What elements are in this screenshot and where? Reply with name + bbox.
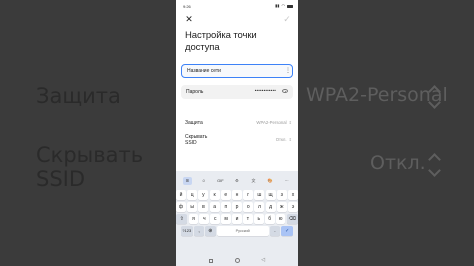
recents-icon[interactable] [208, 258, 213, 263]
settings-icon[interactable]: ⚙ [232, 177, 241, 185]
status-time: 9:26 [183, 3, 191, 9]
period-key[interactable]: . [269, 226, 281, 236]
bg-hide-ssid-chevron-icon [429, 152, 439, 180]
navigation-bar: ◁ [176, 255, 298, 266]
bg-security-chevron-icon [429, 84, 439, 112]
key[interactable]: а [209, 202, 220, 212]
keyboard-row-1: й ц у к е н г ш щ з х [176, 190, 298, 201]
key[interactable]: в [198, 202, 209, 212]
space-key[interactable]: Русский [216, 226, 269, 236]
bg-hide-ssid-label-1: Скрывать [36, 143, 144, 167]
network-name-placeholder: Название сети [187, 68, 221, 74]
key[interactable]: э [288, 202, 298, 212]
battery-icon [287, 4, 293, 8]
key[interactable]: п [220, 202, 231, 212]
more-icon[interactable]: ⋮ [285, 68, 291, 74]
back-icon[interactable]: ◁ [261, 258, 265, 263]
password-label: Пароль [186, 89, 204, 95]
palette-icon[interactable]: 🎨 [266, 177, 275, 185]
chevron-updown-icon: ⇕ [288, 119, 292, 125]
key[interactable]: х [288, 190, 298, 200]
key[interactable]: т [243, 214, 253, 224]
backspace-key[interactable]: ⌫ [286, 214, 298, 224]
key[interactable]: ы [187, 202, 198, 212]
key[interactable]: ф [176, 202, 186, 212]
key[interactable]: й [176, 190, 186, 200]
key[interactable]: ц [187, 190, 198, 200]
network-name-field[interactable]: Название сети ⋮ [181, 64, 293, 78]
page-title: Настройка точки доступа [185, 30, 257, 53]
comma-key[interactable]: , [193, 226, 205, 236]
key[interactable]: ж [276, 202, 287, 212]
key[interactable]: к [209, 190, 220, 200]
bg-security-label: Защита [36, 84, 121, 108]
key[interactable]: е [220, 190, 231, 200]
bg-security-value: WPA2-Personal [306, 84, 448, 106]
enter-key[interactable]: ✓ [281, 226, 294, 236]
hide-ssid-label-2: SSID [185, 140, 197, 146]
key[interactable]: н [232, 190, 243, 200]
key[interactable]: я [188, 214, 199, 224]
more-icon[interactable]: ⋯ [282, 177, 291, 185]
phone-screen: 9:26 ▮▮ ◠ ✕ ✓ Настройка точки доступа На… [176, 0, 298, 266]
key[interactable]: о [243, 202, 254, 212]
password-field[interactable]: Пароль •••••••••••• [181, 85, 293, 99]
sticker-icon[interactable]: ☺ [199, 177, 208, 185]
security-value: WPA2-Personal [256, 120, 287, 125]
symbols-key[interactable]: ?123 [180, 226, 193, 236]
close-icon[interactable]: ✕ [184, 14, 194, 24]
password-value: •••••••••••• [254, 88, 276, 93]
top-bar: ✕ ✓ [176, 12, 298, 28]
key[interactable]: р [232, 202, 243, 212]
key[interactable]: ь [253, 214, 264, 224]
key[interactable]: м [221, 214, 231, 224]
security-select[interactable]: WPA2-Personal ⇕ [256, 120, 292, 125]
key[interactable]: д [265, 202, 276, 212]
wifi-icon: ◠ [281, 3, 286, 8]
signal-icon: ▮▮ [275, 3, 280, 8]
key[interactable]: у [198, 190, 209, 200]
eye-icon[interactable] [282, 89, 288, 93]
key[interactable]: щ [265, 190, 276, 200]
hide-ssid-select[interactable]: Откл. ⇕ [276, 137, 292, 142]
key[interactable]: и [232, 214, 242, 224]
keyboard-row-2: ф ы в а п р о л д ж э [176, 202, 298, 213]
key[interactable]: ч [199, 214, 210, 224]
key[interactable]: з [276, 190, 287, 200]
apps-grid-icon[interactable]: ⊞ [182, 176, 192, 185]
home-icon[interactable] [234, 258, 240, 263]
keyboard-toolbar: ⊞ ☺ GIF ⚙ 文 🎨 ⋯ [176, 175, 298, 186]
shift-key[interactable]: ⇧ [176, 214, 188, 224]
key[interactable]: ю [275, 214, 286, 224]
key[interactable]: б [264, 214, 275, 224]
hide-ssid-value: Откл. [275, 137, 287, 142]
keyboard-row-4: ?123 , ⊕ Русский . ✓ [176, 226, 298, 237]
key[interactable]: л [254, 202, 265, 212]
gif-icon[interactable]: GIF [216, 177, 225, 185]
keyboard-row-3: ⇧ я ч с м и т ь б ю ⌫ [176, 214, 298, 225]
security-label: Защита [185, 120, 203, 126]
key[interactable]: г [243, 190, 254, 200]
key[interactable]: ш [254, 190, 265, 200]
bg-hide-ssid-label-2: SSID [36, 167, 86, 191]
translate-icon[interactable]: 文 [249, 177, 258, 185]
status-bar: 9:26 ▮▮ ◠ [176, 0, 298, 12]
keyboard: ⊞ ☺ GIF ⚙ 文 🎨 ⋯ й ц у к е н г ш щ з х ф … [176, 171, 298, 255]
chevron-updown-icon: ⇕ [288, 136, 292, 142]
check-icon[interactable]: ✓ [282, 14, 292, 24]
bg-hide-ssid-value: Откл. [370, 152, 426, 174]
key[interactable]: с [210, 214, 221, 224]
status-icons: ▮▮ ◠ [275, 4, 293, 8]
globe-icon[interactable]: ⊕ [205, 226, 216, 236]
